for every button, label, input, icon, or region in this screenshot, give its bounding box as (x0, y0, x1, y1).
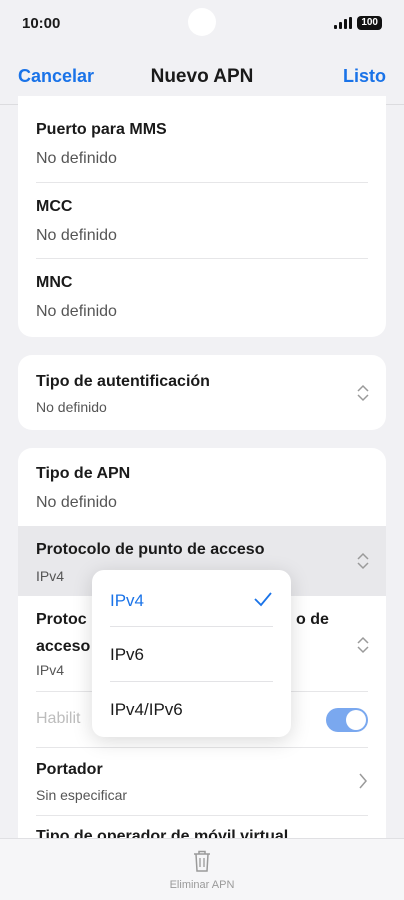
row-value: No definido (36, 303, 117, 320)
row-title-part: acceso (36, 638, 91, 655)
check-icon (254, 592, 272, 607)
status-indicators: 100 (334, 16, 382, 30)
delete-apn-label: Eliminar APN (169, 879, 235, 891)
signal-icon (334, 17, 353, 29)
list-item-mnc[interactable]: MNC No definido (18, 259, 386, 337)
list-item-mcc[interactable]: MCC No definido (18, 183, 386, 259)
enable-toggle[interactable] (326, 708, 368, 732)
row-value: No definido (36, 399, 107, 415)
status-time: 10:00 (22, 14, 61, 32)
protocol-dropdown: IPv4 IPv6 IPv4/IPv6 (92, 570, 291, 737)
settings-card-mms: Puerto para MMS No definido MCC No defin… (18, 96, 386, 337)
settings-card-auth: Tipo de autentificación No definido (18, 355, 386, 430)
list-item-bearer[interactable]: Portador Sin especificar (18, 748, 386, 816)
row-value: No definido (36, 494, 117, 511)
dropdown-option-ipv6[interactable]: IPv6 (110, 645, 144, 665)
row-value: No definido (36, 150, 117, 167)
nav-bar: Cancelar Nuevo APN Listo (0, 56, 404, 100)
up-down-chevron-icon (357, 636, 369, 654)
row-title: Tipo de autentificación (36, 373, 210, 390)
row-title: MCC (36, 198, 73, 215)
row-title: Tipo de APN (36, 465, 131, 482)
list-item-mms-port[interactable]: Puerto para MMS No definido (18, 96, 386, 183)
row-title-part: o de (296, 611, 329, 628)
toggle-knob (346, 710, 366, 730)
row-value: No definido (36, 227, 117, 244)
chevron-right-icon (359, 773, 367, 789)
row-value: IPv4 (36, 662, 65, 678)
list-item-mvno-type[interactable]: Tipo de operador de móvil virtual (18, 816, 386, 840)
row-title: Habilit (36, 710, 81, 727)
cancel-button[interactable]: Cancelar (18, 66, 94, 87)
done-button[interactable]: Listo (343, 66, 386, 87)
up-down-chevron-icon (357, 384, 369, 402)
row-value: Sin especificar (36, 787, 128, 803)
battery-icon: 100 (357, 16, 382, 30)
trash-icon (194, 850, 210, 872)
divider (110, 626, 273, 627)
row-value: IPv4 (36, 568, 65, 584)
camera-cutout (188, 8, 216, 36)
row-title-part: Protoc (36, 611, 87, 628)
divider (110, 681, 273, 682)
list-item-auth-type[interactable]: Tipo de autentificación No definido (18, 355, 386, 430)
row-title: Protocolo de punto de acceso (36, 541, 265, 558)
row-title: Puerto para MMS (36, 121, 167, 138)
dropdown-option-ipv4-ipv6[interactable]: IPv4/IPv6 (110, 700, 183, 720)
list-item-apn-type[interactable]: Tipo de APN No definido (18, 448, 386, 526)
row-title: MNC (36, 274, 73, 291)
bottom-action-bar: Eliminar APN (0, 838, 404, 900)
delete-apn-button[interactable]: Eliminar APN (150, 839, 254, 900)
row-title: Portador (36, 761, 103, 778)
up-down-chevron-icon (357, 552, 369, 570)
dropdown-option-ipv4[interactable]: IPv4 (110, 591, 144, 611)
